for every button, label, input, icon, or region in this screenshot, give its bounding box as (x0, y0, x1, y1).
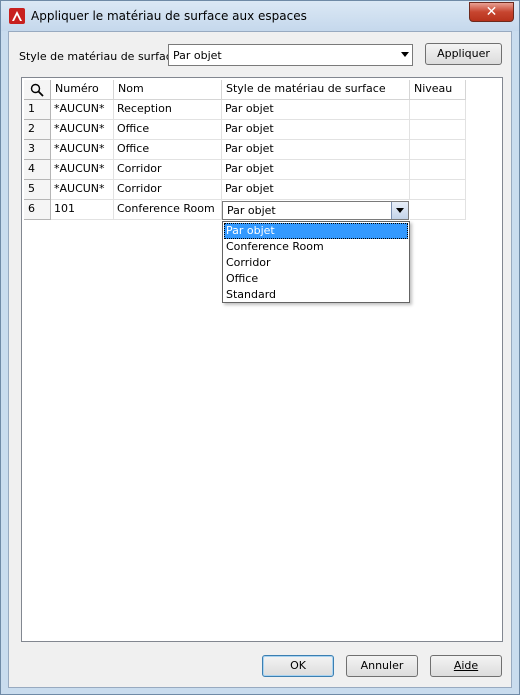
cell-level[interactable] (410, 200, 466, 220)
cell-level[interactable] (410, 100, 466, 120)
row-number[interactable]: 2 (24, 120, 51, 140)
dropdown-option-par-objet[interactable]: Par objet (224, 223, 408, 239)
cell-name[interactable]: Office (114, 140, 222, 160)
row-surface-style-value: Par objet (227, 204, 276, 217)
cell-number[interactable]: *AUCUN* (51, 140, 114, 160)
cancel-button[interactable]: Annuler (346, 655, 418, 677)
cell-surface-style[interactable]: Par objet (222, 100, 410, 120)
title-bar[interactable]: Appliquer le matériau de surface aux esp… (1, 1, 519, 31)
column-header-level[interactable]: Niveau (410, 80, 466, 100)
cell-name[interactable]: Corridor (114, 160, 222, 180)
cell-name[interactable]: Conference Room (114, 200, 222, 220)
row-number[interactable]: 4 (24, 160, 51, 180)
cell-number[interactable]: 101 (51, 200, 114, 220)
chevron-down-icon[interactable] (391, 202, 408, 219)
cell-level[interactable] (410, 180, 466, 200)
surface-style-select[interactable]: Par objet (168, 44, 413, 66)
cell-number[interactable]: *AUCUN* (51, 160, 114, 180)
column-header-surface-style[interactable]: Style de matériau de surface (222, 80, 410, 100)
spaces-grid: Numéro Nom Style de matériau de surface … (21, 77, 503, 642)
row-number[interactable]: 6 (24, 200, 51, 220)
cell-surface-style[interactable]: Par objet (222, 160, 410, 180)
surface-style-value: Par objet (173, 49, 222, 62)
column-header-name[interactable]: Nom (114, 80, 222, 100)
surface-style-dropdown-list: Par objet Conference Room Corridor Offic… (222, 221, 410, 303)
dropdown-option-corridor[interactable]: Corridor (224, 255, 408, 271)
chevron-down-icon (401, 52, 409, 57)
help-button[interactable]: Aide (430, 655, 502, 677)
dropdown-option-conference-room[interactable]: Conference Room (224, 239, 408, 255)
row-number[interactable]: 5 (24, 180, 51, 200)
cell-number[interactable]: *AUCUN* (51, 180, 114, 200)
dropdown-option-standard[interactable]: Standard (224, 287, 408, 303)
row-number[interactable]: 3 (24, 140, 51, 160)
row-surface-style-select[interactable]: Par objet (222, 201, 409, 220)
ok-button[interactable]: OK (262, 655, 334, 677)
surface-style-label: Style de matériau de surface: (19, 50, 183, 63)
autocad-app-icon (9, 8, 25, 24)
window-title: Appliquer le matériau de surface aux esp… (31, 9, 307, 23)
grid-corner[interactable] (24, 80, 51, 100)
cell-level[interactable] (410, 120, 466, 140)
dropdown-option-office[interactable]: Office (224, 271, 408, 287)
cell-surface-style[interactable]: Par objet (222, 140, 410, 160)
cell-surface-style[interactable]: Par objet (222, 120, 410, 140)
cell-name[interactable]: Reception (114, 100, 222, 120)
cell-name[interactable]: Corridor (114, 180, 222, 200)
cell-level[interactable] (410, 160, 466, 180)
cell-surface-style[interactable]: Par objet (222, 180, 410, 200)
cell-number[interactable]: *AUCUN* (51, 100, 114, 120)
dialog-window: Appliquer le matériau de surface aux esp… (0, 0, 520, 695)
cell-level[interactable] (410, 140, 466, 160)
search-icon[interactable] (30, 83, 44, 97)
dialog-client-area: Style de matériau de surface: Par objet … (8, 31, 512, 688)
cell-name[interactable]: Office (114, 120, 222, 140)
close-button[interactable]: ✕ (469, 2, 514, 22)
column-header-number[interactable]: Numéro (51, 80, 114, 100)
cell-number[interactable]: *AUCUN* (51, 120, 114, 140)
row-number[interactable]: 1 (24, 100, 51, 120)
apply-button[interactable]: Appliquer (425, 43, 502, 65)
